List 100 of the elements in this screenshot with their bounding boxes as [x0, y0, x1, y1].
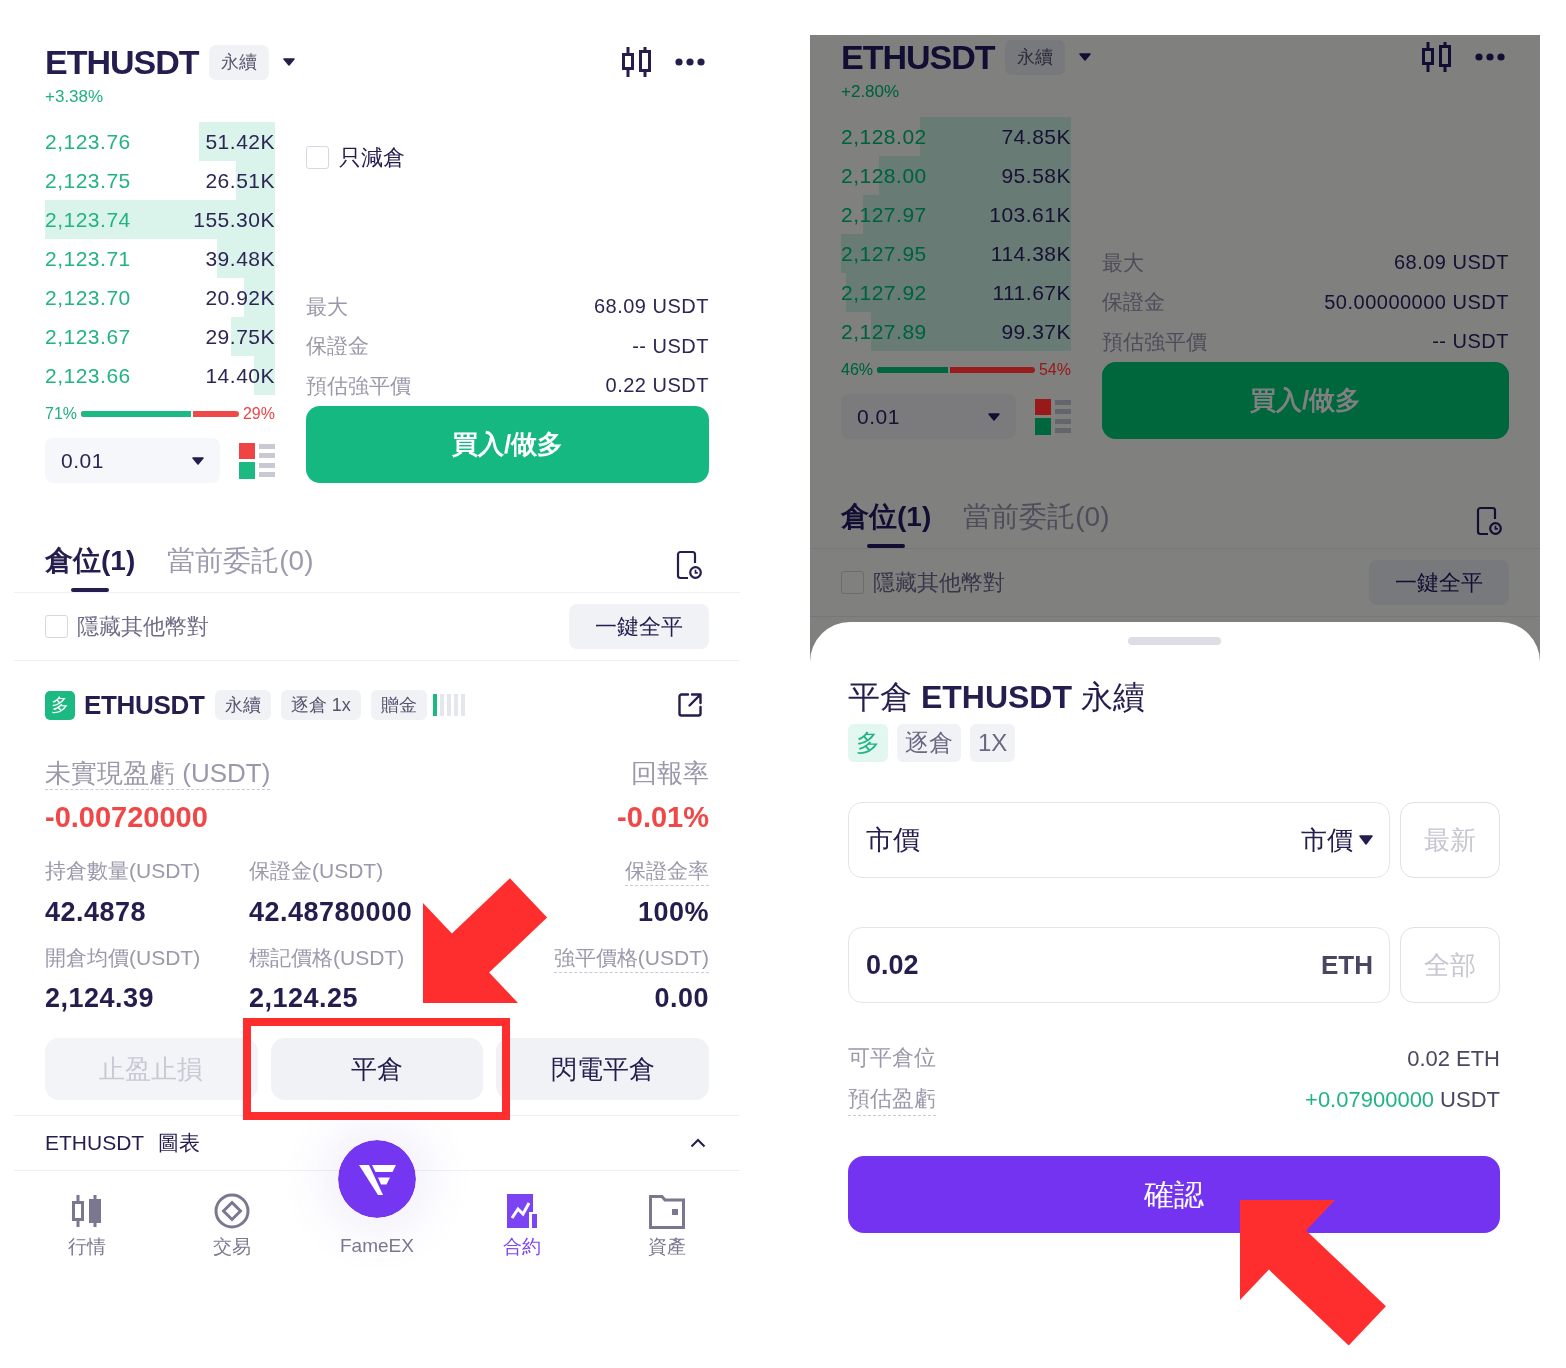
diamond-circle-icon	[213, 1193, 250, 1229]
drag-handle[interactable]	[1127, 637, 1221, 645]
order-amount: 114.38K	[990, 240, 1071, 267]
unit-label: ETH	[1456, 1044, 1500, 1073]
order-book-row[interactable]: 2,127.97 103.61K	[841, 195, 1071, 234]
contract-tag: 永續	[1004, 39, 1065, 75]
order-price: 2,123.71	[45, 245, 131, 272]
order-book-row[interactable]: 2,123.76 51.42K	[45, 122, 275, 161]
unit-label: ETH	[1321, 948, 1373, 982]
sheet-title: 平倉 ETHUSDT 永續	[848, 678, 1146, 717]
chevron-up-icon[interactable]	[690, 1138, 706, 1148]
order-price: 2,127.92	[841, 279, 927, 306]
info-value: 0.22 USDT	[605, 373, 709, 399]
order-book-row[interactable]: 2,123.70 20.92K	[45, 278, 275, 317]
nav-tab[interactable]: 合約	[503, 1171, 542, 1259]
order-book-layout-icon[interactable]	[239, 442, 275, 479]
order-book-row[interactable]: 2,123.75 26.51K	[45, 161, 275, 200]
position-tag: 贈金	[370, 690, 427, 720]
return-rate-label: 回報率	[631, 757, 709, 790]
stat-label: 保證金(USDT)	[249, 858, 384, 884]
info-value: 68.09 USDT	[1393, 250, 1509, 276]
nav-tab[interactable]: 行情	[67, 1171, 106, 1259]
nav-tab[interactable]: FameEX	[338, 1140, 416, 1258]
order-book-row[interactable]: 2,123.66 14.40K	[45, 356, 275, 395]
confirm-button[interactable]: 確認	[848, 1156, 1500, 1233]
order-price: 2,123.76	[45, 128, 131, 155]
contract-tag: 永續	[208, 44, 269, 80]
caret-down-icon	[192, 456, 204, 465]
order-price: 2,123.74	[45, 206, 131, 233]
order-amount: 39.48K	[205, 245, 275, 272]
info-value: 50.00000000 USDT	[1324, 289, 1509, 315]
side-tag: 多	[45, 690, 75, 720]
order-book-row[interactable]: 2,128.00 95.58K	[841, 156, 1071, 195]
order-amount: 29.75K	[205, 323, 275, 350]
symbol-title: ETHUSDT	[45, 42, 199, 83]
quantity-select[interactable]: 0.01	[841, 394, 1016, 439]
wallet-icon	[649, 1193, 686, 1229]
buy-ratio-text: 46%	[841, 360, 874, 380]
close-all-button[interactable]: 一鍵全平	[569, 604, 709, 649]
chart-section-title: ETHUSDT 圖表	[45, 1130, 200, 1157]
stat-value: 100%	[637, 895, 709, 929]
info-value: 68.09 USDT	[593, 294, 709, 320]
order-price: 2,127.95	[841, 240, 927, 267]
quantity-select[interactable]: 0.01	[45, 438, 220, 483]
price-change: +3.38%	[45, 87, 105, 107]
price-change: +2.80%	[841, 82, 901, 102]
checkbox-label: 只減倉	[339, 144, 405, 172]
order-book-row[interactable]: 2,123.67 29.75K	[45, 317, 275, 356]
order-amount: 111.67K	[992, 279, 1071, 306]
order-amount: 26.51K	[205, 167, 275, 194]
stat-label: 持倉數量(USDT)	[45, 858, 201, 884]
order-price: 2,127.97	[841, 201, 927, 228]
checkbox[interactable]	[306, 146, 329, 169]
order-book-row[interactable]: 2,123.71 39.48K	[45, 239, 275, 278]
buy-ratio-text: 71%	[45, 404, 78, 424]
checkbox[interactable]	[45, 615, 68, 638]
price-field[interactable]: 市價 市價	[848, 802, 1390, 878]
stat-value: 2,124.25	[249, 982, 359, 1015]
stat-value: 42.48780000	[249, 895, 413, 929]
info-value: -- USDT	[632, 333, 709, 359]
info-label: 保證金	[306, 333, 369, 359]
order-price: 2,123.67	[45, 323, 131, 350]
order-type-dropdown[interactable]: 市價	[1301, 820, 1373, 860]
order-amount: 155.30K	[193, 206, 275, 233]
external-link-icon[interactable]	[677, 692, 703, 718]
order-price: 2,128.00	[841, 162, 927, 189]
stat-label: 強平價格(USDT)	[553, 943, 709, 973]
candlestick-icon[interactable]	[622, 47, 652, 77]
order-amount: 95.58K	[1001, 162, 1071, 189]
caret-down-icon[interactable]	[282, 58, 295, 66]
order-book-row[interactable]: 2,128.02 74.85K	[841, 117, 1071, 156]
close-all-button[interactable]: 一鍵全平	[1369, 560, 1509, 605]
nav-tab[interactable]: 資產	[648, 1171, 687, 1259]
sell-ratio-text: 29%	[242, 404, 275, 424]
position-symbol: ETHUSDT	[84, 688, 205, 722]
position-action-button[interactable]: 閃電平倉	[496, 1038, 709, 1100]
info-value: +0.07900000	[1305, 1085, 1435, 1114]
order-book-row[interactable]: 2,127.95 114.38K	[841, 234, 1071, 273]
tab[interactable]: 倉位(1)	[841, 499, 932, 548]
order-book-row[interactable]: 2,127.92 111.67K	[841, 273, 1071, 312]
tab[interactable]: 倉位(1)	[45, 543, 136, 592]
checkbox-label: 隱藏其他幣對	[873, 569, 1005, 597]
position-action-button[interactable]: 平倉	[270, 1038, 484, 1100]
tab[interactable]: 當前委託(0)	[167, 543, 314, 592]
more-icon[interactable]	[675, 58, 705, 66]
stat-value: 0.00	[654, 982, 709, 1015]
document-clock-icon[interactable]	[676, 550, 702, 580]
position-tag: 逐倉 1x	[280, 690, 361, 720]
logo-icon	[338, 1140, 416, 1218]
order-price: 2,127.89	[841, 318, 927, 345]
info-label: 預估強平價	[306, 372, 411, 399]
buy-long-button[interactable]: 買入/做多	[306, 406, 709, 483]
caret-down-icon	[1359, 835, 1373, 845]
order-price: 2,128.02	[841, 123, 927, 150]
stat-label: 標記價格(USDT)	[249, 944, 405, 971]
nav-tab[interactable]: 交易	[212, 1171, 251, 1259]
order-book-row[interactable]: 2,123.74 155.30K	[45, 200, 275, 239]
order-book-row[interactable]: 2,127.89 99.37K	[841, 312, 1071, 351]
return-rate-value: -0.01%	[617, 800, 709, 835]
amount-field[interactable]: 0.02 ETH	[848, 927, 1390, 1003]
